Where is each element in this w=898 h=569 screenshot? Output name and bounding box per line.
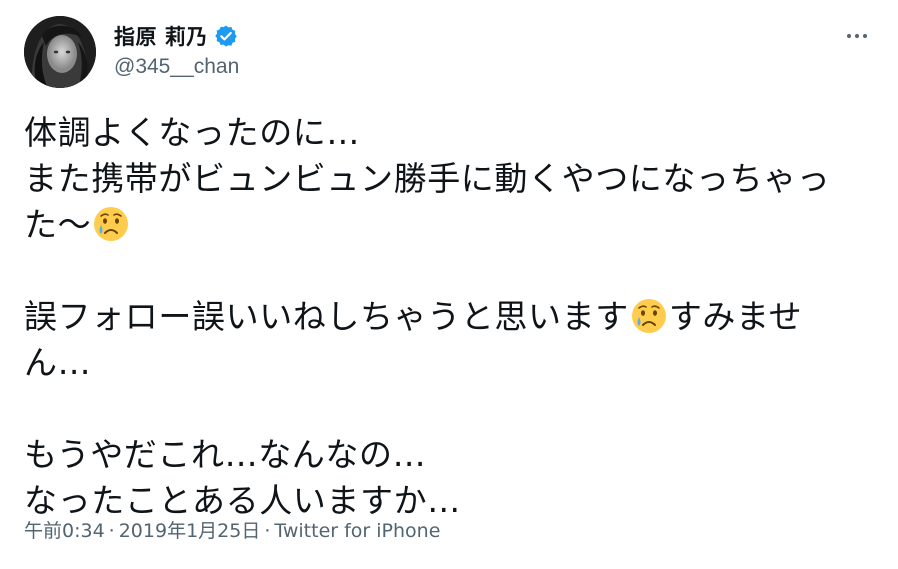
tweet-text: 体調よくなったのに… また携帯がビュンビュン勝手に動くやつになっちゃっ た〜 誤… <box>24 110 864 524</box>
more-options-button[interactable] <box>842 24 872 48</box>
display-name[interactable]: 指原 莉乃 <box>114 21 208 51</box>
crying-face-emoji-icon <box>92 205 130 243</box>
author-handle[interactable]: @345__chan <box>114 55 239 79</box>
tweet-date[interactable]: 2019年1月25日 <box>119 520 261 542</box>
tweet-time[interactable]: 午前0:34 <box>24 520 105 542</box>
tweet-line: もうやだこれ…なんなの… <box>24 435 427 474</box>
avatar[interactable] <box>24 16 96 88</box>
tweet-line: ん… <box>24 343 92 382</box>
tweet-source-link[interactable]: Twitter for iPhone <box>274 520 440 542</box>
author-name-row: 指原 莉乃 <box>114 22 238 50</box>
tweet-line: また携帯がビュンビュン勝手に動くやつになっちゃっ <box>24 159 831 198</box>
verified-badge-icon <box>214 24 238 48</box>
tweet-card: 指原 莉乃 @345__chan 体調よくなったのに… また携帯がビュンビュン勝… <box>0 0 898 569</box>
tweet-line: た〜 <box>24 202 864 248</box>
meta-separator: · <box>264 520 271 542</box>
tweet-line: 誤フォロー誤いいねしちゃうと思います すみませ <box>24 297 803 336</box>
tweet-metadata: 午前0:34 · 2019年1月25日 · Twitter for iPhone <box>24 516 440 543</box>
tweet-line: 体調よくなったのに… <box>24 113 360 152</box>
more-horizontal-icon <box>847 34 851 38</box>
crying-face-emoji-icon <box>630 297 668 335</box>
meta-separator: · <box>108 520 115 542</box>
